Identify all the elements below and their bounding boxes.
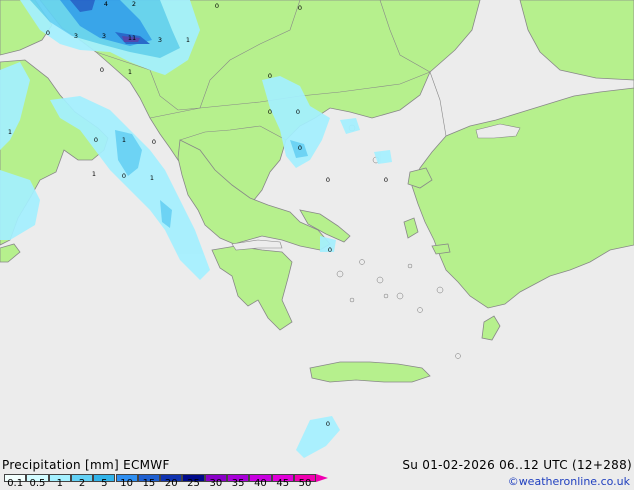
legend-tick: 5 [101,478,108,489]
precip-value-label: 0 [326,176,330,184]
legend-tick: 25 [187,478,200,489]
precip-value-label: 0 [100,66,104,74]
precip-value-label: 0 [152,138,156,146]
legend-tick: 45 [276,478,290,489]
islet [455,353,461,359]
legend-tick: 40 [254,478,267,489]
precip-value-label: 1 [8,128,12,136]
credit-link[interactable]: ©weatheronline.co.uk [508,475,630,488]
islet [336,270,344,278]
precip-value-label: 1 [186,36,190,44]
precip-value-label: 0 [122,172,126,180]
precip-value-label: 0 [298,4,302,12]
footer-bar: Precipitation [mm] ECMWF Su 01-02-2026 0… [0,458,634,490]
precip-value-label: 3 [74,32,78,40]
map-canvas: 4 2 0 0 0 3 3 11 3 1 0 1 0 0 0 1 0 1 0 0 1 0 1 0 0 0 0 [0,0,634,458]
precip-value-label: 0 [296,108,300,116]
precip-value-label: 1 [122,136,126,144]
legend-tick: 15 [142,478,156,489]
islet [396,292,404,300]
legend-tick: 10 [120,478,134,489]
precip-value-label: 1 [150,174,154,182]
precip-value-label: 0 [328,246,332,254]
islet [383,293,389,299]
legend-tick: 30 [209,478,223,489]
precip-value-label: 0 [268,108,272,116]
precip-value-label: 1 [92,170,96,178]
islet [349,297,355,303]
precip-value-label: 3 [158,36,162,44]
precip-value-label: 0 [384,176,388,184]
islet [436,286,444,294]
precip-value-label: 11 [128,34,136,42]
islet [376,276,384,284]
legend-tick: 2 [78,478,86,489]
legend-arrow [316,474,329,482]
precip-value-label: 0 [326,420,330,428]
legend-tick: 1 [56,478,63,489]
precip-value-label: 4 [104,0,108,8]
valid-time: Su 01-02-2026 06..12 UTC (12+288) [402,458,632,472]
precip-value-label: 3 [102,32,106,40]
legend-tick: 0.1 [7,478,24,489]
precipitation-map: 4 2 0 0 0 3 3 11 3 1 0 1 0 0 0 1 0 1 0 0 1 0 1 0 0 0 0 [0,0,634,458]
precip-value-label: 0 [215,2,219,10]
islet [417,307,423,313]
islet [359,259,365,265]
legend-tick: 35 [231,478,245,489]
legend-tick: 20 [164,478,178,489]
map-title: Precipitation [mm] ECMWF [2,458,170,472]
precip-value-label: 2 [132,0,136,8]
islet [407,263,413,269]
precip-value-label: 1 [128,68,132,76]
precip-value-label: 0 [94,136,98,144]
precip-value-label: 0 [268,72,272,80]
precip-value-label: 0 [46,29,50,37]
precip-value-label: 0 [298,144,302,152]
legend-tick: 50 [298,478,312,489]
legend-tick: 0.5 [29,478,46,489]
